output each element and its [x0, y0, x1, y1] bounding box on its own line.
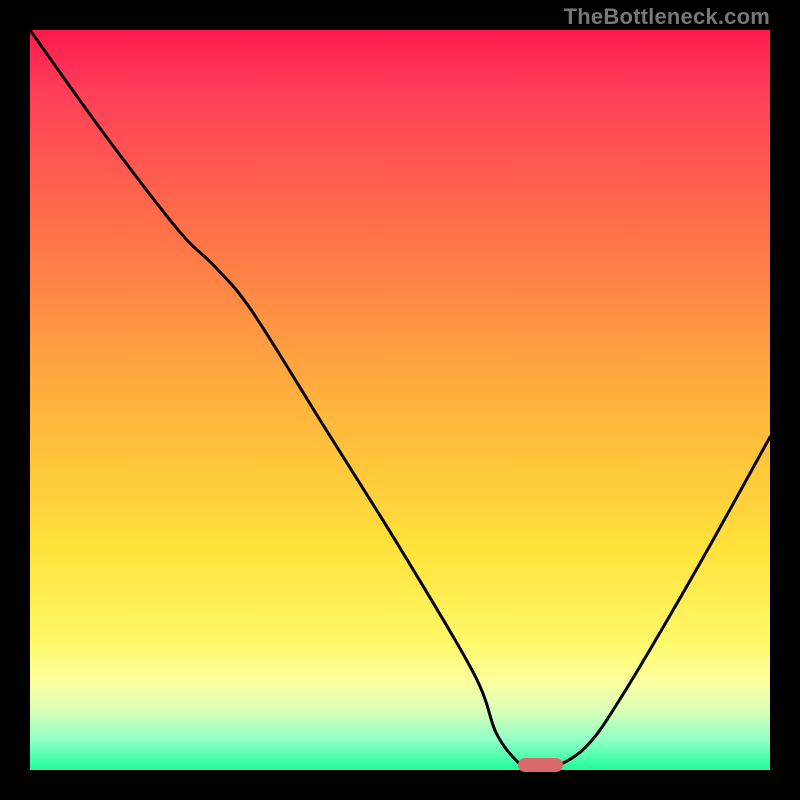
curve-path: [30, 30, 770, 772]
optimal-marker: [518, 758, 562, 772]
bottleneck-curve: [30, 30, 770, 770]
watermark-text: TheBottleneck.com: [564, 4, 770, 30]
chart-frame: TheBottleneck.com: [0, 0, 800, 800]
plot-area: [30, 30, 770, 770]
